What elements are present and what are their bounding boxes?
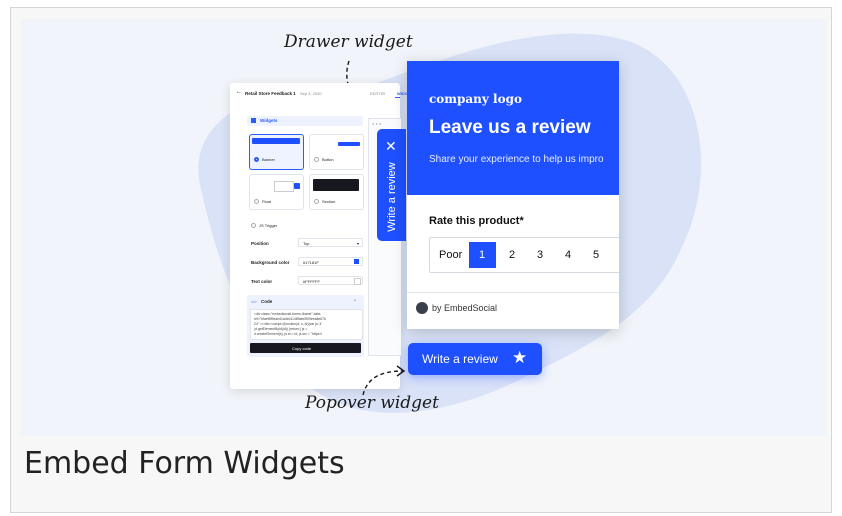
review-card-header: company logo Leave us a review Share you…	[407, 61, 619, 195]
option-banner[interactable]: Banner	[249, 134, 304, 170]
float-preview-button	[294, 183, 300, 189]
float-preview	[274, 181, 294, 192]
background-color-input[interactable]: #17181F	[298, 257, 363, 266]
form-title: Retail Store Feedback 1	[245, 91, 296, 96]
review-subtext: Share your experience to help us impro	[429, 154, 604, 165]
chevron-down-icon: ▾	[357, 241, 360, 246]
position-value: Top	[303, 241, 310, 246]
js-trigger-radio[interactable]	[251, 223, 256, 228]
back-arrow-icon[interactable]: ←	[236, 89, 242, 95]
banner-radio[interactable]	[254, 157, 259, 162]
section-preview	[313, 179, 359, 191]
rating-scale: Poor 1 2 3 4 5	[429, 237, 619, 273]
background-color-label: Background color	[251, 260, 290, 265]
star-icon: ★	[512, 348, 528, 368]
embedsocial-logo-icon	[416, 302, 428, 314]
rate-label: Rate this product*	[429, 215, 524, 227]
code-line: ref="bfaef5f9eaed1a4ed11489afe5f09eea8e6…	[254, 317, 326, 321]
widget-caption: Embed Form Widgets	[24, 446, 345, 481]
drawer-widget-tab[interactable]: ✕ Write a review	[377, 129, 406, 241]
widgets-section-title: Widgets	[260, 118, 278, 123]
float-label: Float	[262, 199, 271, 204]
copy-code-label: Copy code	[292, 346, 312, 351]
position-label: Position	[251, 241, 269, 246]
code-icon: </>	[251, 299, 257, 304]
chevron-up-icon[interactable]: ^	[354, 298, 356, 303]
text-color-input[interactable]: #FFFFFF	[298, 276, 363, 285]
tab-editor[interactable]: EDITOR	[370, 91, 385, 96]
hero-image: Drawer widget ← Retail Store Feedback 1 …	[21, 19, 826, 436]
scale-label-poor: Poor	[439, 249, 463, 261]
widget-editor-panel: ← Retail Store Feedback 1 Sep 4, 2020 ED…	[230, 83, 408, 389]
rating-option-1[interactable]: 1	[479, 249, 485, 261]
rating-option-2[interactable]: 2	[509, 249, 515, 261]
code-line: 24" ></div><script>(function(d, s, id){v…	[254, 322, 322, 326]
review-form-card: company logo Leave us a review Share you…	[407, 61, 619, 329]
js-trigger-label: JS Trigger	[259, 223, 278, 228]
drawer-tab-label: Write a review	[386, 162, 398, 232]
popover-write-review-button[interactable]: Write a review ★	[408, 343, 542, 375]
rating-option-3[interactable]: 3	[537, 249, 543, 261]
banner-label: Banner	[262, 157, 275, 162]
text-color-swatch[interactable]	[354, 278, 361, 285]
button-label: Button	[322, 157, 334, 162]
drawer-widget-annotation: Drawer widget	[284, 32, 413, 52]
code-section: </> Code ^ <div class="embedsocial-forms…	[247, 295, 364, 357]
background-color-value: #17181F	[303, 260, 319, 265]
code-line: (d.getElementById(id)) {return;} js =	[254, 327, 308, 331]
button-preview	[338, 142, 360, 146]
powered-by-text: by EmbedSocial	[432, 303, 498, 313]
option-float[interactable]: Float	[249, 174, 304, 210]
grid-icon	[251, 118, 256, 123]
window-dots-icon: ● ● ●	[372, 121, 382, 126]
option-section[interactable]: Section	[309, 174, 364, 210]
tab-underline	[395, 97, 400, 98]
code-line: d.createElement(s); js.id = id; js.src =…	[254, 332, 323, 336]
company-logo: company logo	[429, 92, 523, 106]
widgets-section-header: Widgets	[247, 116, 363, 126]
option-button[interactable]: Button	[309, 134, 364, 170]
form-date: Sep 4, 2020	[300, 91, 322, 96]
float-radio[interactable]	[254, 199, 259, 204]
section-radio[interactable]	[314, 199, 319, 204]
text-color-value: #FFFFFF	[303, 279, 320, 284]
rating-option-5[interactable]: 5	[593, 249, 599, 261]
review-heading: Leave us a review	[429, 117, 591, 138]
banner-preview	[252, 138, 300, 144]
popover-widget-annotation: Popover widget	[305, 393, 439, 413]
background-color-swatch[interactable]	[354, 259, 359, 264]
rating-option-4[interactable]: 4	[565, 249, 571, 261]
copy-code-button[interactable]: Copy code	[250, 343, 361, 353]
code-line: <div class="embedsocial-forms-iframe" da…	[254, 312, 322, 316]
position-select[interactable]: Top ▾	[298, 238, 363, 247]
button-radio[interactable]	[314, 157, 319, 162]
section-label: Section	[322, 199, 336, 204]
code-section-title: Code	[261, 299, 273, 304]
code-textarea[interactable]: <div class="embedsocial-forms-iframe" da…	[250, 309, 363, 340]
popover-button-label: Write a review	[422, 352, 498, 366]
text-color-label: Text color	[251, 279, 273, 284]
footer-divider	[407, 292, 619, 293]
